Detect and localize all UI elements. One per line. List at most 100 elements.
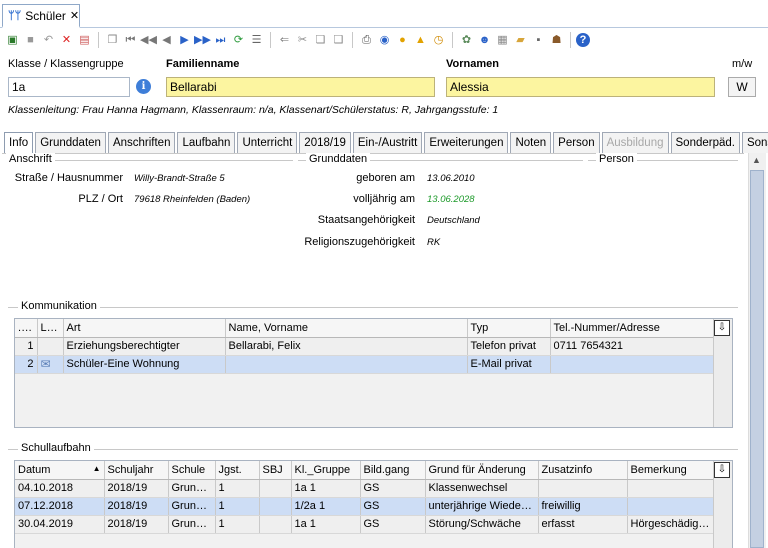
col-jgst[interactable]: Jgst.: [215, 461, 260, 480]
first-icon[interactable]: ⏮: [122, 32, 139, 49]
grid-config-icon[interactable]: ⇩: [714, 462, 730, 478]
table-row[interactable]: 2 ✉ Schüler-Eine Wohnung E-Mail privat: [15, 355, 714, 374]
students-icon: ᛘᛘ: [8, 9, 22, 22]
delete-icon[interactable]: ✕: [58, 32, 75, 49]
col-zusatz[interactable]: Zusatzinfo: [538, 461, 628, 480]
adult-value: 13.06.2028: [427, 194, 475, 205]
plz-value: 79618 Rheinfelden (Baden): [134, 194, 251, 205]
col-index[interactable]: ... ▲: [15, 319, 38, 338]
col-datum[interactable]: Datum ▲: [15, 461, 105, 480]
col-grund[interactable]: Grund für Änderung: [425, 461, 539, 480]
tab-anschriften[interactable]: Anschriften: [107, 132, 176, 153]
col-klgruppe[interactable]: Kl._Gruppe: [291, 461, 361, 480]
col-bemerkung[interactable]: Bemerkung: [627, 461, 714, 480]
folder-icon[interactable]: ▰: [512, 32, 529, 49]
copy-doc-icon[interactable]: ❐: [104, 32, 121, 49]
table-row[interactable]: 07.12.2018 2018/19 Grunds... 1 1/2a 1 GS…: [15, 497, 714, 516]
col-sbj[interactable]: SBJ: [259, 461, 292, 480]
street-value: Willy-Brandt-Straße 5: [134, 173, 225, 184]
tab-person[interactable]: Person: [553, 132, 600, 153]
save-icon[interactable]: ■: [22, 32, 39, 49]
col-schuljahr[interactable]: Schuljahr: [104, 461, 169, 480]
table-row[interactable]: 1 Erziehungsberechtigter Bellarabi, Feli…: [15, 337, 714, 356]
tab-grunddaten[interactable]: Grunddaten: [35, 132, 106, 153]
scrollbar-thumb[interactable]: [750, 170, 764, 548]
tab-ein-austritt[interactable]: Ein-/Austritt: [352, 132, 423, 153]
col-name[interactable]: Name, Vorname: [225, 319, 468, 338]
clock-icon[interactable]: ◷: [430, 32, 447, 49]
prev-icon[interactable]: ◀: [158, 32, 175, 49]
tab-info[interactable]: Info: [4, 132, 34, 154]
gender-field[interactable]: W: [728, 77, 756, 97]
col-schule[interactable]: Schule: [168, 461, 216, 480]
close-icon[interactable]: ✕: [70, 9, 79, 22]
tab-title: Schüler: [25, 8, 66, 23]
info-icon[interactable]: i: [136, 79, 151, 94]
gender-label: m/w: [732, 58, 753, 70]
print-icon[interactable]: ⎙: [358, 32, 375, 49]
birth-value: 13.06.2010: [427, 173, 475, 184]
col-typ[interactable]: Typ: [467, 319, 551, 338]
chat-icon[interactable]: ▪: [530, 32, 547, 49]
clipboard-icon[interactable]: ❑: [330, 32, 347, 49]
nationality-value: Deutschland: [427, 215, 480, 226]
firstname-field[interactable]: Alessia: [446, 77, 715, 97]
col-tel[interactable]: Tel.-Nummer/Adresse: [550, 319, 714, 338]
next-page-icon[interactable]: ▶▶: [194, 32, 211, 49]
col-bildgang[interactable]: Bild.gang: [360, 461, 426, 480]
undo-icon[interactable]: ↶: [40, 32, 57, 49]
class-info-text: Klassenleitung: Frau Hanna Hagmann, Klas…: [8, 104, 499, 116]
list-icon[interactable]: ☰: [248, 32, 265, 49]
subtab-bar: Info Grunddaten Anschriften Laufbahn Unt…: [4, 132, 768, 154]
kommunikation-grid: ... ▲ Link Art Name, Vorname Typ Tel.-Nu…: [14, 318, 733, 428]
cut-icon[interactable]: ✂: [294, 32, 311, 49]
table-row[interactable]: 04.10.2018 2018/19 Grunds... 1 1a 1 GS K…: [15, 479, 714, 498]
tab-schuljahr[interactable]: 2018/19: [299, 132, 351, 153]
card-icon[interactable]: ▤: [76, 32, 93, 49]
nationality-label: Staatsangehörigkeit: [317, 214, 415, 226]
scroll-up-icon[interactable]: ▲: [752, 155, 761, 165]
class-field[interactable]: 1a: [8, 77, 130, 97]
tab-ausbildung: Ausbildung: [601, 132, 669, 153]
religion-value: RK: [427, 237, 441, 248]
tab-noten[interactable]: Noten: [510, 132, 552, 153]
tab-erweiterungen[interactable]: Erweiterungen: [424, 132, 509, 153]
bell-icon[interactable]: ▲: [412, 32, 429, 49]
tab-schueler[interactable]: ᛘᛘ Schüler ✕: [2, 4, 80, 28]
sort-asc-icon: ▲: [92, 463, 101, 473]
document-tab-bar: [0, 0, 768, 28]
tab-sonderpaed[interactable]: Sonderpäd.: [670, 132, 740, 153]
bulb-icon[interactable]: ●: [394, 32, 411, 49]
settings-icon[interactable]: ✿: [458, 32, 475, 49]
group-icon[interactable]: ▦: [494, 32, 511, 49]
street-label: Straße / Hausnummer: [14, 172, 123, 184]
grid-config-icon[interactable]: ⇩: [714, 320, 730, 336]
person-icon[interactable]: ☻: [476, 32, 493, 49]
birth-label: geboren am: [356, 172, 415, 184]
grunddaten-group-title: Grunddaten: [306, 153, 371, 165]
prev-page-icon[interactable]: ◀◀: [140, 32, 157, 49]
col-art[interactable]: Art: [63, 319, 226, 338]
refresh-icon[interactable]: ⟳: [230, 32, 247, 49]
religion-label: Religionszugehörigkeit: [304, 236, 415, 248]
lastname-field[interactable]: Bellarabi: [166, 77, 435, 97]
last-icon[interactable]: ⏭: [212, 32, 229, 49]
help-icon[interactable]: ?: [576, 33, 590, 47]
tab-sonstiges[interactable]: Sonstiges: [741, 132, 768, 153]
col-link[interactable]: Link: [37, 319, 64, 338]
table-row[interactable]: 30.04.2019 2018/19 Grunds... 1 1a 1 GS S…: [15, 515, 714, 534]
next-icon[interactable]: ▶: [176, 32, 193, 49]
id-icon[interactable]: ☗: [548, 32, 565, 49]
kommunikation-group-title: Kommunikation: [18, 300, 100, 312]
new-icon[interactable]: ▣: [4, 32, 21, 49]
class-label: Klasse / Klassengruppe: [8, 58, 124, 70]
schullaufbahn-grid: Datum ▲ Schuljahr Schule Jgst. SBJ Kl._Gr…: [14, 460, 733, 548]
paste-icon[interactable]: ❏: [312, 32, 329, 49]
person-group-title: Person: [596, 153, 637, 165]
lastname-label: Familienname: [166, 58, 240, 70]
tab-unterricht[interactable]: Unterricht: [237, 132, 298, 153]
tab-laufbahn[interactable]: Laufbahn: [177, 132, 236, 153]
email-icon[interactable]: ✉: [41, 357, 51, 371]
view-icon[interactable]: ◉: [376, 32, 393, 49]
back-arrow-icon[interactable]: ⇐: [276, 32, 293, 49]
